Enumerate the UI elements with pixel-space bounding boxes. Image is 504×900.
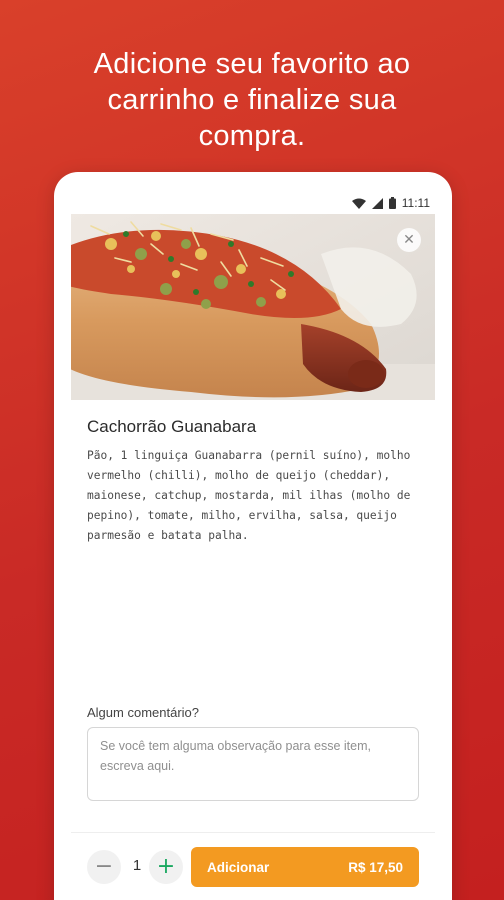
hot-dog-photo [71, 214, 435, 400]
increase-quantity-button[interactable]: + [149, 850, 183, 884]
add-button-label: Adicionar [207, 859, 270, 875]
close-icon: ✕ [403, 232, 415, 248]
quantity-value: 1 [132, 857, 142, 874]
comment-placeholder: Se você tem alguma observação para esse … [100, 739, 371, 773]
close-button[interactable]: ✕ [397, 228, 421, 252]
product-description: Pão, 1 linguiça Guanabarra (pernil suíno… [87, 449, 411, 542]
battery-icon [388, 197, 396, 209]
minus-icon: − [94, 854, 114, 879]
comment-input[interactable]: Se você tem alguma observação para esse … [87, 727, 419, 801]
wifi-icon [351, 198, 366, 209]
status-time: 11:11 [401, 196, 430, 210]
footer-divider [71, 832, 435, 833]
status-bar: 11:11 [54, 192, 452, 214]
promo-headline: Adicione seu favorito ao carrinho e fina… [93, 48, 411, 152]
signal-icon [371, 197, 383, 209]
add-to-cart-button[interactable]: Adicionar R$ 17,50 [191, 847, 419, 887]
phone-frame: 11:11 ✕ Cachorrão Guanabara Pão, 1 lingu… [54, 172, 452, 900]
product-detail-screen: ✕ Cachorrão Guanabara Pão, 1 linguiça Gu… [71, 214, 435, 900]
comment-label: Algum comentário? [87, 705, 199, 720]
add-button-price: R$ 17,50 [348, 859, 403, 875]
decrease-quantity-button[interactable]: − [87, 850, 121, 884]
product-name: Cachorrão Guanabara [87, 417, 257, 436]
plus-icon: + [156, 854, 176, 879]
product-image: ✕ [71, 214, 435, 400]
